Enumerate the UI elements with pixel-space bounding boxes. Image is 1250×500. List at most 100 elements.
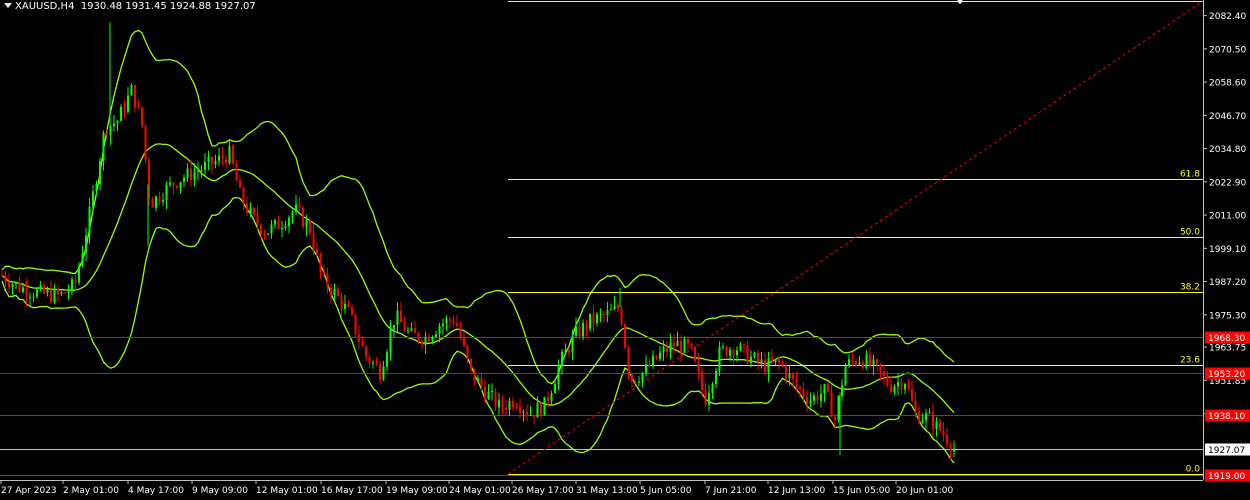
price-tick-label: 1987.20 — [1209, 278, 1246, 288]
bear-candle — [151, 198, 154, 208]
bear-candle — [141, 107, 143, 126]
bull-candle — [669, 342, 672, 352]
bull-candle — [267, 233, 269, 235]
bull-candle — [249, 208, 252, 214]
time-tick-label: 26 May 17:00 — [512, 486, 574, 496]
bear-candle — [456, 323, 458, 327]
bull-candle — [610, 309, 612, 311]
bear-candle — [421, 341, 423, 345]
bull-candle — [39, 285, 42, 290]
bull-candle — [529, 414, 532, 416]
bull-candle — [15, 282, 17, 284]
bear-candle — [358, 334, 360, 342]
fib-level-label: 0.0 — [1186, 465, 1201, 475]
current-price-label: 1927.07 — [1208, 446, 1245, 456]
level-price-label: 1938.10 — [1208, 412, 1245, 422]
bear-candle — [319, 253, 322, 272]
bull-candle — [897, 382, 899, 387]
bull-candle — [382, 366, 385, 380]
bull-candle — [659, 352, 661, 359]
bull-candle — [652, 355, 654, 367]
bear-candle — [277, 219, 280, 229]
bear-candle — [655, 355, 658, 359]
bull-candle — [613, 305, 616, 310]
time-tick-label: 27 Apr 2023 — [1, 486, 57, 496]
bull-candle — [711, 384, 714, 393]
level-price-label: 1968.30 — [1208, 334, 1245, 344]
bull-candle — [207, 156, 210, 163]
bear-candle — [379, 364, 381, 380]
bull-candle — [820, 393, 822, 401]
bear-candle — [340, 295, 343, 309]
bear-candle — [123, 106, 126, 112]
bear-candle — [263, 233, 266, 235]
bull-candle — [788, 373, 791, 379]
bear-candle — [260, 224, 262, 234]
bull-candle — [575, 326, 577, 336]
bear-candle — [876, 359, 878, 364]
bear-candle — [50, 289, 52, 302]
bull-candle — [102, 132, 105, 162]
bull-candle — [557, 366, 560, 384]
price-chart[interactable]: 61.8 50.0 38.2 23.6 0.0 2082.40 2070.50 2058.6… — [0, 0, 1250, 500]
bull-candle — [81, 253, 84, 267]
bear-candle — [946, 435, 948, 445]
bull-candle — [760, 359, 763, 362]
time-tick-label: 12 May 01:00 — [256, 486, 318, 496]
bull-candle — [333, 288, 336, 296]
time-axis: 27 Apr 2023 2 May 01:00 4 May 17:00 9 May 0… — [0, 480, 953, 496]
bear-candle — [816, 395, 819, 401]
fib-level-label: 61.8 — [1180, 170, 1200, 180]
bear-candle — [172, 182, 175, 186]
level-price-label: 1919.00 — [1208, 472, 1245, 482]
bull-candle — [487, 391, 490, 400]
bear-candle — [1, 275, 3, 277]
bear-candle — [792, 373, 794, 380]
bull-candle — [683, 338, 686, 353]
bull-candle — [739, 344, 742, 351]
bear-candle — [158, 196, 161, 202]
bear-candle — [134, 84, 136, 108]
bear-candle — [106, 132, 108, 136]
bull-candle — [155, 196, 157, 208]
bull-candle — [599, 313, 602, 315]
bull-candle — [274, 219, 276, 225]
bull-candle — [162, 200, 164, 202]
bear-candle — [473, 368, 476, 381]
bull-candle — [305, 220, 308, 227]
bear-candle — [743, 344, 745, 346]
bull-candle — [564, 350, 567, 352]
bear-candle — [634, 381, 637, 383]
bull-candle — [281, 227, 283, 229]
bear-candle — [690, 343, 693, 348]
bull-candle — [722, 346, 724, 348]
price-tick-label: 2082.40 — [1209, 12, 1246, 22]
bear-candle — [365, 346, 367, 357]
bear-candle — [466, 345, 469, 359]
bear-candle — [666, 347, 668, 352]
bull-candle — [88, 206, 91, 236]
price-tick-label: 1975.30 — [1209, 311, 1246, 321]
bull-candle — [508, 400, 511, 410]
bear-candle — [242, 187, 245, 204]
bear-candle — [855, 360, 857, 365]
bear-candle — [326, 273, 329, 288]
bear-candle — [316, 249, 318, 254]
bull-candle — [438, 325, 441, 335]
bull-candle — [893, 386, 896, 392]
price-tick-label: 2034.80 — [1209, 145, 1246, 155]
bull-candle — [645, 364, 647, 373]
bear-candle — [900, 382, 903, 390]
bear-candle — [942, 430, 945, 436]
bear-candle — [459, 326, 462, 338]
bear-candle — [585, 322, 588, 329]
bear-candle — [785, 365, 787, 379]
bear-candle — [137, 107, 140, 109]
bear-candle — [834, 417, 836, 420]
bear-candle — [354, 314, 357, 335]
bear-candle — [480, 378, 483, 387]
bull-candle — [477, 378, 479, 381]
bull-candle — [676, 341, 679, 347]
bear-candle — [18, 282, 21, 292]
bull-candle — [935, 420, 938, 429]
